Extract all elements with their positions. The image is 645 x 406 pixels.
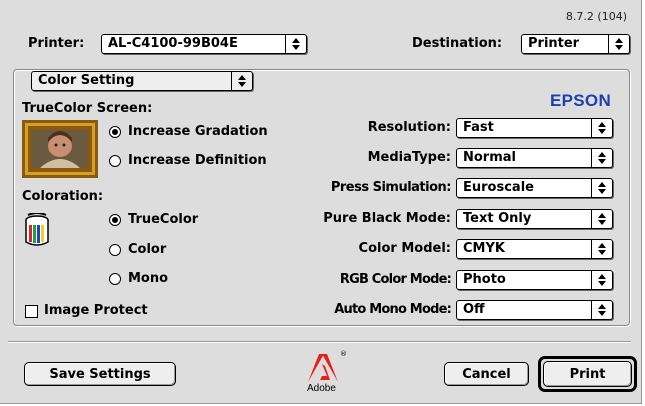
cancel-button[interactable]: Cancel <box>444 362 529 386</box>
adobe-text: Adobe <box>307 383 336 394</box>
mono-radio[interactable] <box>109 273 121 285</box>
auto-mono-mode-value: Off <box>463 302 485 317</box>
increase-definition-radio[interactable] <box>109 155 121 167</box>
printer-popup[interactable]: AL-C4100-99B04E <box>101 34 307 54</box>
popup-arrows-icon <box>285 35 306 53</box>
resolution-popup[interactable]: Fast <box>456 118 613 138</box>
print-button[interactable]: Print <box>543 361 632 387</box>
increase-definition-label[interactable]: Increase Definition <box>128 153 267 169</box>
popup-arrows-icon <box>591 210 612 228</box>
popup-arrows-icon <box>591 271 612 289</box>
epson-logo: EPSON <box>550 91 612 110</box>
print-dialog: 8.7.2 (104) Printer: AL-C4100-99B04E Des… <box>0 0 642 404</box>
mediatype-label: MediaType: <box>367 150 451 165</box>
footer-separator <box>8 341 631 343</box>
popup-arrows-icon <box>608 35 629 53</box>
auto-mono-mode-popup[interactable]: Off <box>456 300 613 320</box>
destination-popup[interactable]: Printer <box>521 34 630 54</box>
pure-black-mode-popup[interactable]: Text Only <box>456 209 613 229</box>
coloration-label: Coloration: <box>22 189 104 204</box>
rgb-color-mode-popup[interactable]: Photo <box>456 270 613 290</box>
rgb-color-mode-value: Photo <box>463 272 506 287</box>
registered-icon: ® <box>340 350 347 358</box>
resolution-label: Resolution: <box>367 120 451 135</box>
rgb-color-mode-label: RGB Color Mode: <box>339 272 452 287</box>
color-radio[interactable] <box>109 244 121 256</box>
printer-value: AL-C4100-99B04E <box>108 36 238 51</box>
popup-arrows-icon <box>231 72 252 90</box>
paint-can-icon <box>24 212 50 247</box>
image-protect-label[interactable]: Image Protect <box>44 303 148 319</box>
version-label: 8.7.2 (104) <box>565 10 627 23</box>
increase-gradation-label[interactable]: Increase Gradation <box>128 124 268 140</box>
mediatype-popup[interactable]: Normal <box>456 148 613 168</box>
pure-black-mode-value: Text Only <box>463 211 532 226</box>
popup-arrows-icon <box>591 149 612 167</box>
popup-arrows-icon <box>591 179 612 197</box>
adobe-logo-icon: ® Adobe <box>306 350 347 394</box>
image-protect-checkbox[interactable] <box>25 305 38 318</box>
destination-value: Printer <box>528 36 580 51</box>
truecolor-label[interactable]: TrueColor <box>128 212 198 228</box>
save-settings-button[interactable]: Save Settings <box>24 362 176 386</box>
popup-arrows-icon <box>591 301 612 319</box>
panel-value: Color Setting <box>38 73 135 88</box>
auto-mono-mode-label: Auto Mono Mode: <box>334 302 452 317</box>
color-model-label: Color Model: <box>358 241 451 256</box>
popup-arrows-icon <box>591 240 612 258</box>
increase-gradation-radio[interactable] <box>109 126 121 138</box>
color-label[interactable]: Color <box>128 242 166 258</box>
resolution-value: Fast <box>463 120 494 135</box>
panel-popup[interactable]: Color Setting <box>31 71 253 91</box>
press-simulation-popup[interactable]: Euroscale <box>456 178 613 198</box>
mediatype-value: Normal <box>463 150 516 165</box>
press-simulation-value: Euroscale <box>463 180 534 195</box>
destination-label: Destination: <box>412 36 503 51</box>
printer-label: Printer: <box>28 36 85 51</box>
photo-frame-icon <box>22 120 98 178</box>
pure-black-mode-label: Pure Black Mode: <box>323 211 451 226</box>
truecolor-screen-label: TrueColor Screen: <box>22 101 153 116</box>
mono-label[interactable]: Mono <box>128 271 168 287</box>
press-simulation-label: Press Simulation: <box>330 180 452 195</box>
color-model-popup[interactable]: CMYK <box>456 239 613 259</box>
truecolor-radio[interactable] <box>109 214 121 226</box>
popup-arrows-icon <box>591 119 612 137</box>
color-model-value: CMYK <box>463 241 505 256</box>
